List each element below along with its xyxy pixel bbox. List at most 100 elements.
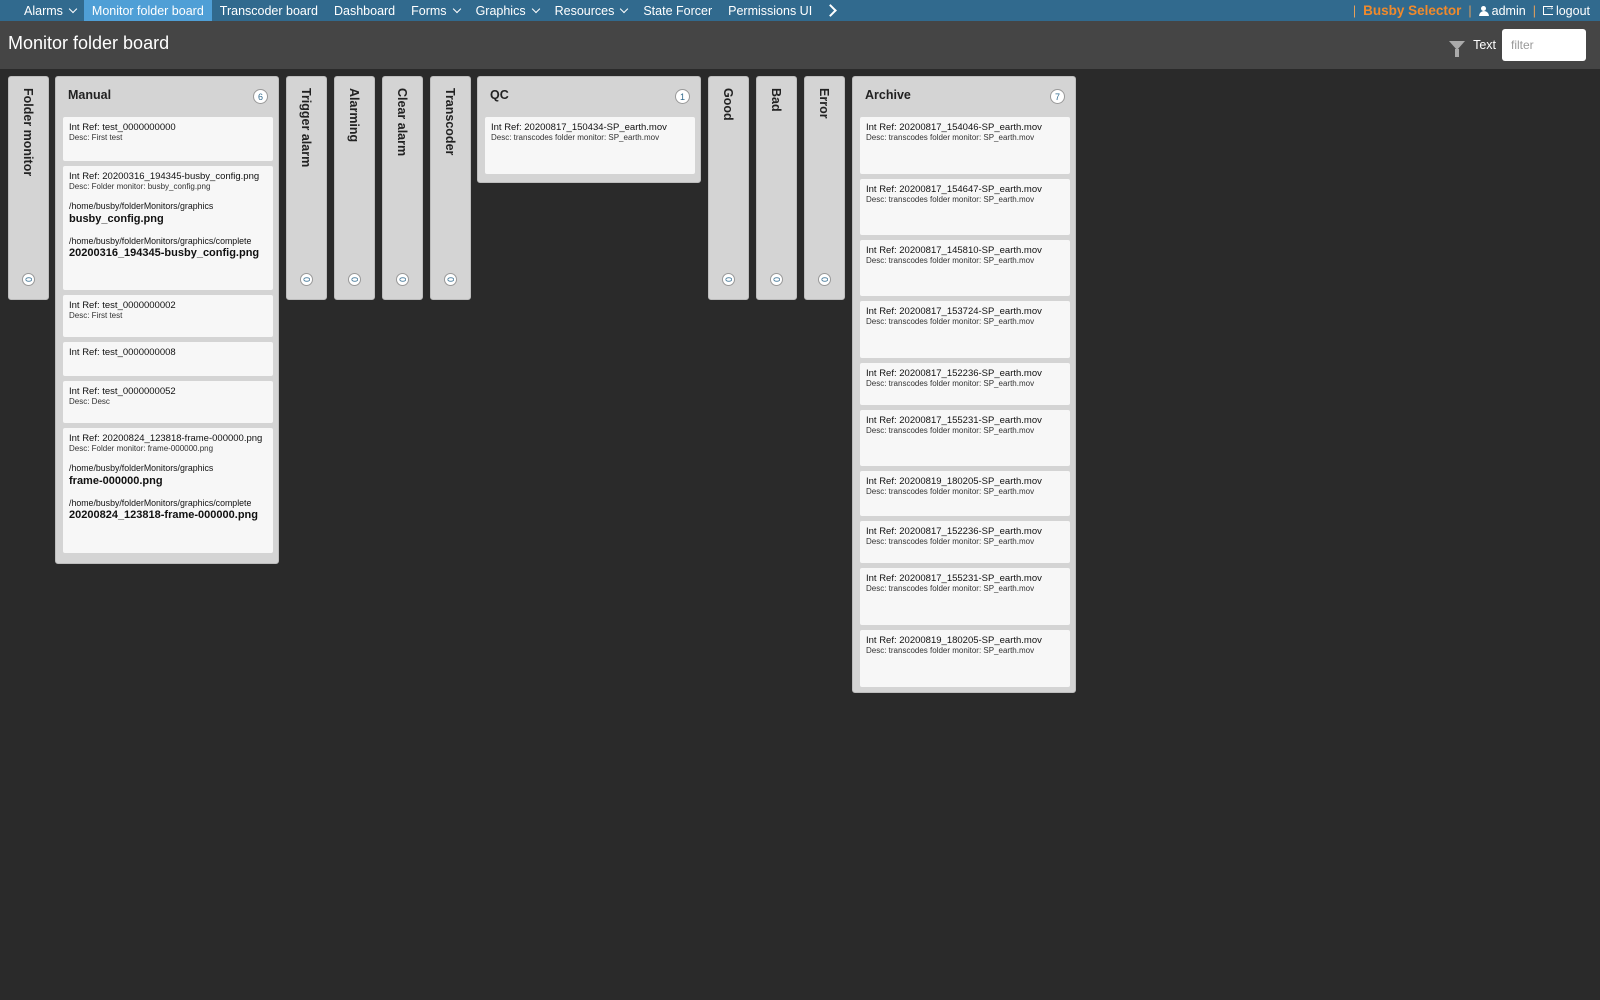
- page-header: Monitor folder board Text: [0, 21, 1600, 69]
- nav-separator: |: [1352, 3, 1357, 18]
- column-alarming: Alarming 0: [334, 76, 375, 300]
- card[interactable]: Int Ref: 20200817_152236-SP_earth.mov Des…: [860, 363, 1070, 405]
- nav-item[interactable]: Dashboard: [326, 0, 403, 21]
- nav-item-label: Alarms: [24, 3, 63, 18]
- card[interactable]: Int Ref: test_0000000052 Desc: Desc: [63, 381, 273, 423]
- card[interactable]: Int Ref: test_0000000002 Desc: First test: [63, 295, 273, 337]
- card-desc: Desc: transcodes folder monitor: SP_eart…: [866, 317, 1035, 326]
- nav-item[interactable]: Graphics: [468, 0, 547, 21]
- card[interactable]: Int Ref: 20200817_154046-SP_earth.mov Des…: [860, 117, 1070, 174]
- user-icon: [1478, 5, 1489, 16]
- column-count-badge: 0: [396, 273, 409, 286]
- column-count-badge: 0: [770, 273, 783, 286]
- chevron-down-icon: [531, 4, 540, 13]
- column-title: QC: [490, 88, 509, 102]
- card[interactable]: Int Ref: 20200316_194345-busby_config.pn…: [63, 166, 273, 290]
- column-title: Alarming: [347, 88, 361, 143]
- card[interactable]: Int Ref: 20200817_155231-SP_earth.mov Des…: [860, 410, 1070, 466]
- card[interactable]: Int Ref: 20200817_152236-SP_earth.mov Des…: [860, 521, 1070, 563]
- card-source-path: /home/busby/folderMonitors/graphics: [69, 463, 214, 473]
- column-count-badge: 6: [253, 89, 268, 104]
- column-count-badge: 0: [722, 273, 735, 286]
- card-desc: Desc: transcodes folder monitor: SP_eart…: [866, 426, 1035, 435]
- card-int-ref: Int Ref: 20200817_153724-SP_earth.mov: [866, 306, 1042, 317]
- nav-item-label: Forms: [411, 3, 447, 18]
- nav-item[interactable]: Transcoder board: [212, 0, 326, 21]
- card-desc: Desc: transcodes folder monitor: SP_eart…: [491, 133, 660, 142]
- card[interactable]: Int Ref: 20200817_155231-SP_earth.mov Des…: [860, 568, 1070, 625]
- card[interactable]: Int Ref: 20200824_123818-frame-000000.pn…: [63, 428, 273, 553]
- column-manual: Manual 6 Int Ref: test_0000000000 Desc: F…: [55, 76, 279, 564]
- column-qc: QC 1 Int Ref: 20200817_150434-SP_earth.m…: [477, 76, 701, 183]
- nav-item-label: State Forcer: [643, 3, 713, 18]
- column-transcoder: Transcoder 0: [430, 76, 471, 300]
- column-trigger-alarm: Trigger alarm 0: [286, 76, 327, 300]
- card-int-ref: Int Ref: 20200817_150434-SP_earth.mov: [491, 122, 667, 133]
- nav-item-label: Resources: [554, 3, 615, 18]
- card-desc: Desc: transcodes folder monitor: SP_eart…: [866, 256, 1035, 265]
- chevron-right-icon[interactable]: [824, 4, 838, 17]
- card-int-ref: Int Ref: test_0000000000: [69, 122, 176, 133]
- card-desc: Desc: First test: [69, 311, 123, 320]
- card-int-ref: Int Ref: test_0000000002: [69, 300, 176, 311]
- card-dest-file: 20200824_123818-frame-000000.png: [69, 509, 258, 521]
- brand-label[interactable]: Busby Selector: [1363, 3, 1461, 18]
- column-folder-monitor: Folder monitor 0: [8, 76, 49, 300]
- filter-input[interactable]: [1502, 29, 1586, 61]
- card-desc: Desc: transcodes folder monitor: SP_eart…: [866, 195, 1035, 204]
- card-desc: Desc: transcodes folder monitor: SP_eart…: [866, 133, 1035, 142]
- column-bad: Bad 0: [756, 76, 797, 300]
- card-desc: Desc: transcodes folder monitor: SP_eart…: [866, 537, 1035, 546]
- column-count-badge: 1: [675, 89, 690, 104]
- card-source-file: busby_config.png: [69, 212, 164, 225]
- column-title: Trigger alarm: [299, 88, 313, 168]
- card[interactable]: Int Ref: test_0000000000 Desc: First test: [63, 117, 273, 161]
- card-source-path: /home/busby/folderMonitors/graphics: [69, 201, 214, 211]
- card-int-ref: Int Ref: 20200817_145810-SP_earth.mov: [866, 245, 1042, 256]
- column-error: Error 0: [804, 76, 845, 300]
- card[interactable]: Int Ref: 20200819_180205-SP_earth.mov Des…: [860, 630, 1070, 687]
- column-count-badge: 7: [1050, 89, 1065, 104]
- card[interactable]: Int Ref: 20200817_154647-SP_earth.mov Des…: [860, 179, 1070, 235]
- nav-menu: Alarms Monitor folder board Transcoder boa…: [0, 0, 838, 21]
- chevron-down-icon: [452, 4, 461, 13]
- card-list: Int Ref: 20200817_150434-SP_earth.mov Des…: [485, 117, 695, 179]
- column-title: Good: [721, 88, 735, 121]
- card-int-ref: Int Ref: 20200819_180205-SP_earth.mov: [866, 476, 1042, 487]
- user-menu[interactable]: admin: [1478, 4, 1526, 18]
- column-count-badge: 0: [300, 273, 313, 286]
- nav-item[interactable]: Forms: [403, 0, 467, 21]
- nav-item-label: Monitor folder board: [91, 3, 204, 18]
- nav-item[interactable]: Monitor folder board: [83, 0, 212, 21]
- card-int-ref: Int Ref: 20200819_180205-SP_earth.mov: [866, 635, 1042, 646]
- card[interactable]: Int Ref: test_0000000008: [63, 342, 273, 376]
- column-count-badge: 0: [22, 273, 35, 286]
- card-int-ref: Int Ref: 20200817_152236-SP_earth.mov: [866, 368, 1042, 379]
- logout-label: logout: [1555, 3, 1590, 18]
- filter-label: Text: [1473, 38, 1496, 52]
- card[interactable]: Int Ref: 20200817_145810-SP_earth.mov Des…: [860, 240, 1070, 296]
- logout-link[interactable]: logout: [1542, 2, 1590, 18]
- card-desc: Desc: First test: [69, 133, 123, 142]
- card-int-ref: Int Ref: 20200817_155231-SP_earth.mov: [866, 573, 1042, 584]
- nav-item[interactable]: Permissions UI: [720, 0, 820, 21]
- nav-item-label: Graphics: [475, 3, 526, 18]
- nav-item[interactable]: Resources: [547, 0, 636, 21]
- card-list: Int Ref: test_0000000000 Desc: First test…: [63, 117, 273, 558]
- card-int-ref: Int Ref: 20200824_123818-frame-000000.pn…: [69, 433, 263, 444]
- card[interactable]: Int Ref: 20200817_153724-SP_earth.mov Des…: [860, 301, 1070, 358]
- card-dest-file: 20200316_194345-busby_config.png: [69, 247, 260, 259]
- card[interactable]: Int Ref: 20200817_150434-SP_earth.mov Des…: [485, 117, 695, 174]
- column-title: Clear alarm: [395, 88, 409, 157]
- nav-item[interactable]: Alarms: [16, 0, 84, 21]
- column-good: Good 0: [708, 76, 749, 300]
- nav-item-label: Dashboard: [333, 3, 396, 18]
- column-count-badge: 0: [348, 273, 361, 286]
- filter-bar: Text: [1449, 29, 1586, 61]
- card-list: Int Ref: 20200817_154046-SP_earth.mov Des…: [860, 117, 1070, 692]
- nav-item[interactable]: State Forcer: [635, 0, 720, 21]
- card-desc: Desc: Desc: [69, 397, 110, 406]
- column-count-badge: 0: [818, 273, 831, 286]
- card[interactable]: Int Ref: 20200819_180205-SP_earth.mov Des…: [860, 471, 1070, 516]
- column-title: Manual: [68, 88, 112, 102]
